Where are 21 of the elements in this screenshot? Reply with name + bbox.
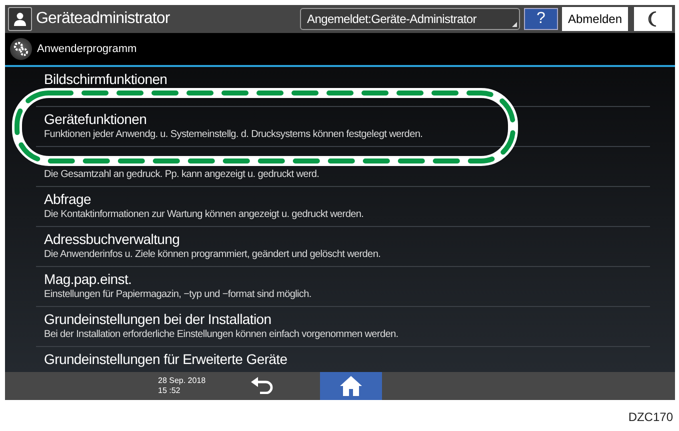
figure-label: DZC170: [627, 410, 674, 424]
home-icon: [339, 375, 363, 397]
menu-item[interactable]: Gerätefunktionen Funktionen jeder Anwendg. u. Systemeinstellg. d. Drucksystems können festgelegt werden.: [36, 107, 650, 147]
help-button[interactable]: ?: [524, 8, 558, 30]
login-dropdown[interactable]: Angemeldet:Geräte-Administrator: [300, 8, 520, 30]
logout-button[interactable]: Abmelden: [562, 7, 628, 31]
window-title: Geräteadministrator: [36, 10, 171, 28]
moon-icon: [647, 11, 659, 27]
footer-time: 15 :52: [158, 386, 182, 396]
menu-item[interactable]: Abfrage Die Kontaktinformationen zur Wartung können angezeigt u. gedruckt werden.: [36, 187, 650, 227]
menu-item[interactable]: Grundeinstellungen bei der Installation Bei der Installation erforderliche Einstellungen können einfach vorgenommen werden.: [36, 307, 650, 347]
home-button[interactable]: [320, 372, 382, 400]
gears-icon: [10, 38, 32, 60]
menu-item[interactable]: Bildschirmfunktionen: [36, 67, 650, 107]
footer-date: 28 Sep. 2018: [158, 376, 207, 386]
moon-button[interactable]: [634, 7, 672, 31]
menu-item[interactable]: Adressbuchverwaltung Die Anwenderinfos u. Ziele können programmiert, geändert und gelöscht werden.: [36, 227, 650, 267]
section-title: Anwenderprogramm: [37, 43, 137, 55]
menu-item[interactable]: Die Gesamtzahl an gedruck. Pp. kann angezeigt u. gedruckt werd.: [36, 147, 650, 187]
menu-item[interactable]: Mag.pap.einst. Einstellungen für Papiermagazin, −typ und −format sind möglich.: [36, 267, 650, 307]
user-icon: [8, 7, 32, 31]
